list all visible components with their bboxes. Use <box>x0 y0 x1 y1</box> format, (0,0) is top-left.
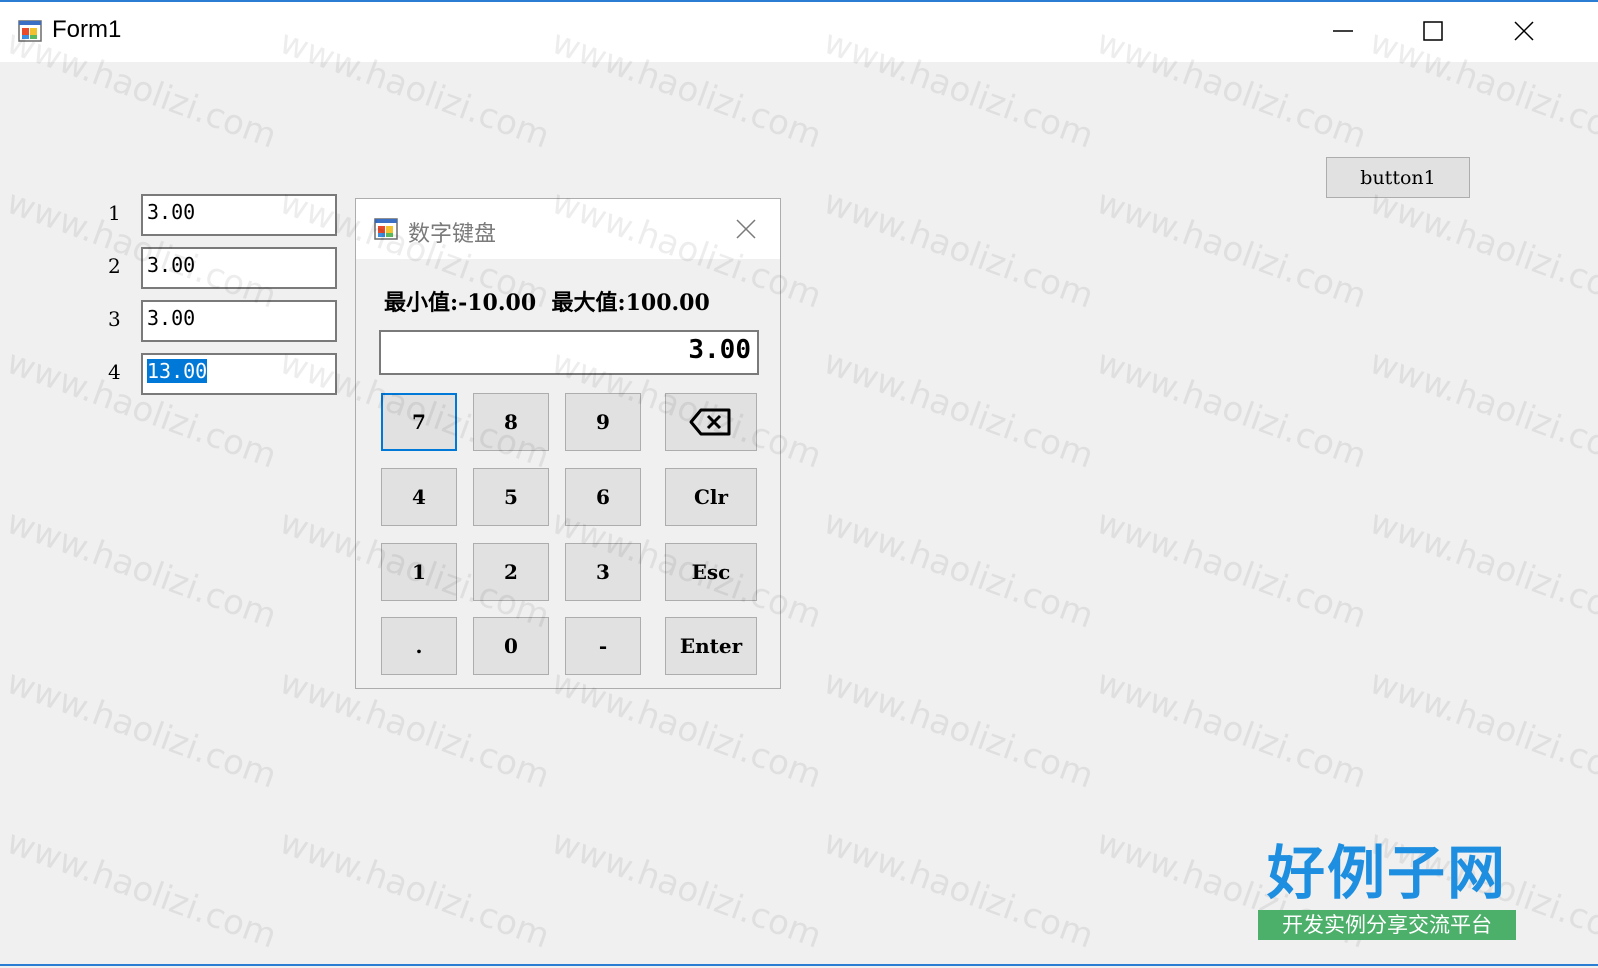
backspace-icon <box>689 408 731 436</box>
maximize-button[interactable] <box>1387 2 1479 60</box>
key-0[interactable]: 0 <box>473 617 549 675</box>
close-button[interactable] <box>1478 2 1570 60</box>
watermark-text: www.haolizi.com <box>1 662 282 797</box>
escape-button[interactable]: Esc <box>665 543 757 601</box>
dialog-title-bar[interactable]: 数字键盘 <box>356 199 780 259</box>
row-label-3: 3 <box>108 307 121 331</box>
enter-button[interactable]: Enter <box>665 617 757 675</box>
key-minus[interactable]: - <box>565 617 641 675</box>
textbox-2[interactable]: 3.00 <box>141 247 337 289</box>
watermark-text: www.haolizi.com <box>818 662 1099 797</box>
watermark-text: www.haolizi.com <box>818 822 1099 957</box>
key-3[interactable]: 3 <box>565 543 641 601</box>
row-label-2: 2 <box>108 254 121 278</box>
app-form-icon <box>18 20 42 42</box>
numeric-keypad-dialog: 数字键盘 最小值:-10.00 最大值:100.00 3.00 7 8 9 4 … <box>355 198 781 689</box>
textbox-4[interactable]: 13.00 <box>141 353 337 395</box>
key-2[interactable]: 2 <box>473 543 549 601</box>
range-label: 最小值:-10.00 最大值:100.00 <box>384 290 710 316</box>
textbox-3[interactable]: 3.00 <box>141 300 337 342</box>
key-4[interactable]: 4 <box>381 468 457 526</box>
watermark-text: www.haolizi.com <box>1 822 282 957</box>
dialog-title: 数字键盘 <box>408 222 497 247</box>
clear-button[interactable]: Clr <box>665 468 757 526</box>
close-icon[interactable] <box>732 215 760 243</box>
watermark-text: www.haolizi.com <box>1091 342 1372 477</box>
key-decimal[interactable]: . <box>381 617 457 675</box>
title-bar[interactable]: Form1 <box>0 2 1598 62</box>
watermark-text: www.haolizi.com <box>1364 502 1598 637</box>
backspace-button[interactable] <box>665 393 757 451</box>
maximize-icon <box>1423 21 1443 41</box>
textbox-1[interactable]: 3.00 <box>141 194 337 236</box>
minimize-icon <box>1333 30 1353 32</box>
window-title: Form1 <box>52 16 122 43</box>
watermark-text: www.haolizi.com <box>1364 662 1598 797</box>
key-1[interactable]: 1 <box>381 543 457 601</box>
watermark-text: www.haolizi.com <box>1364 342 1598 477</box>
watermark-text: www.haolizi.com <box>1091 182 1372 317</box>
watermark-text: www.haolizi.com <box>818 502 1099 637</box>
app-form-icon <box>374 218 398 240</box>
watermark-text: www.haolizi.com <box>818 182 1099 317</box>
row-label-1: 1 <box>108 201 121 225</box>
watermark-text: www.haolizi.com <box>1091 502 1372 637</box>
key-9[interactable]: 9 <box>565 393 641 451</box>
key-7[interactable]: 7 <box>381 393 457 451</box>
watermark-text: www.haolizi.com <box>274 822 555 957</box>
keypad-display[interactable]: 3.00 <box>379 330 759 375</box>
key-5[interactable]: 5 <box>473 468 549 526</box>
close-icon <box>1514 21 1534 41</box>
watermark-text: www.haolizi.com <box>546 822 827 957</box>
watermark-text: www.haolizi.com <box>1091 662 1372 797</box>
selected-text: 13.00 <box>147 359 208 383</box>
row-label-4: 4 <box>108 360 121 384</box>
logo-subtitle: 开发实例分享交流平台 <box>1258 910 1516 940</box>
watermark-text: www.haolizi.com <box>818 342 1099 477</box>
site-logo: 好例子网 开发实例分享交流平台 <box>1258 840 1516 942</box>
minimize-button[interactable] <box>1297 2 1389 60</box>
logo-title: 好例子网 <box>1266 839 1507 907</box>
key-8[interactable]: 8 <box>473 393 549 451</box>
watermark-text: www.haolizi.com <box>1364 182 1598 317</box>
key-6[interactable]: 6 <box>565 468 641 526</box>
main-window: Form1 1 3.00 2 3.00 3 3.00 4 13.00 butto… <box>0 0 1598 966</box>
button1[interactable]: button1 <box>1326 157 1470 198</box>
watermark-text: www.haolizi.com <box>1 502 282 637</box>
